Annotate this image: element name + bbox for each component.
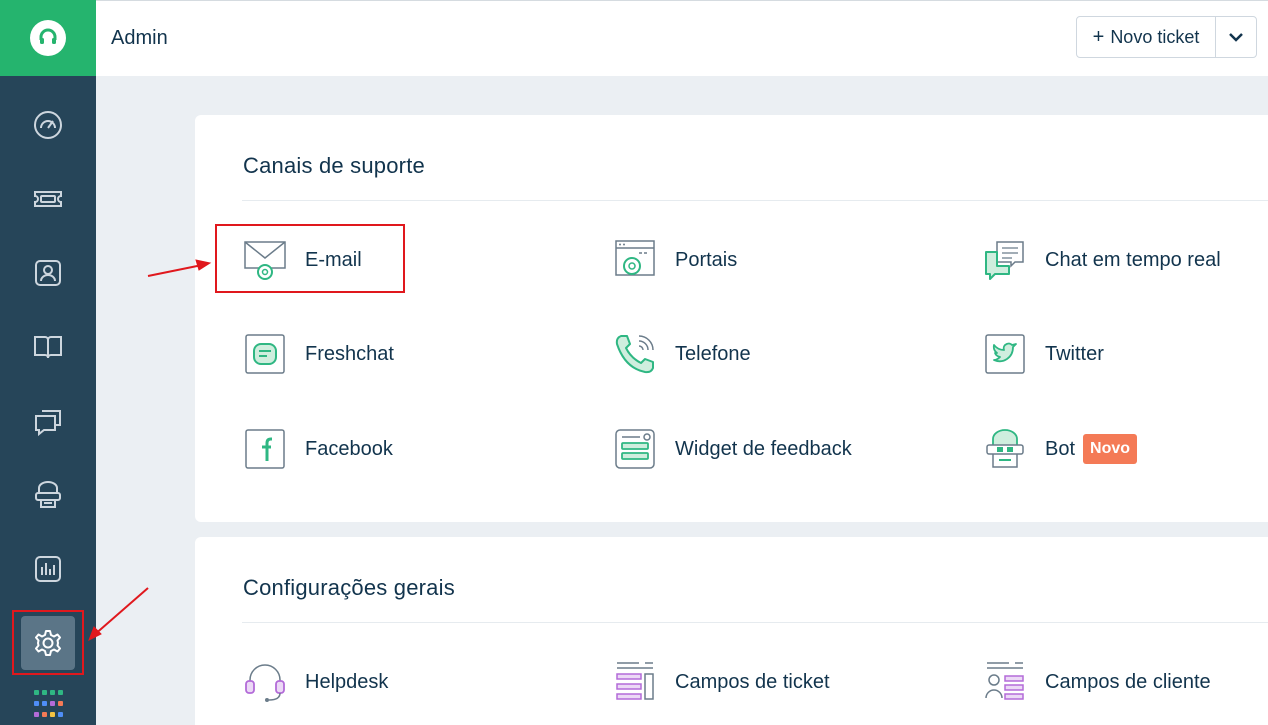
channel-label: Widget de feedback [675,437,852,460]
channel-bot[interactable]: Bot Novo [983,427,1138,471]
setting-customer-fields[interactable]: Campos de cliente [983,660,1211,704]
channel-label: Bot [1045,437,1076,460]
feedback-widget-icon [613,427,657,471]
headset-icon [30,20,66,56]
setting-label: Helpdesk [305,670,389,693]
freshchat-icon [243,332,287,376]
setting-label: Campos de cliente [1045,670,1211,693]
new-ticket-split-button: + Novo ticket [1076,16,1257,58]
channel-feedback-widget[interactable]: Widget de feedback [613,427,852,471]
headset-icon [243,660,287,704]
email-highlight-box [215,224,405,293]
channel-label: Facebook [305,437,393,460]
divider [242,622,1268,623]
bot-icon [983,427,1027,471]
nav-bots[interactable] [22,469,74,521]
app-logo[interactable] [0,0,96,76]
chat-bubbles-icon [35,410,61,437]
phone-icon [613,332,657,376]
nav-contacts[interactable] [22,247,74,299]
page-title: Admin [111,27,168,49]
section-title: Canais de suporte [243,153,425,178]
channel-label: Chat em tempo real [1045,248,1221,271]
divider [242,200,1268,201]
setting-ticket-fields[interactable]: Campos de ticket [613,660,830,704]
nav-tickets[interactable] [22,173,74,225]
nav-reports[interactable] [22,543,74,595]
channel-label: Portais [675,248,738,271]
nav-solutions[interactable] [22,321,74,373]
plus-icon: + [1092,25,1105,48]
support-channels-card: Canais de suporte E-mail Portais Chat em… [195,115,1268,522]
facebook-icon [243,427,287,471]
admin-highlight-box [12,610,84,675]
nav-dashboard[interactable] [22,99,74,151]
chat-icon [983,238,1027,282]
channel-portals[interactable]: Portais [613,238,737,282]
new-ticket-button[interactable]: + Novo ticket [1077,17,1216,57]
channel-label: Freshchat [305,342,394,365]
channel-phone[interactable]: Telefone [613,332,751,376]
bot-icon [35,481,61,508]
nav-forums[interactable] [22,395,74,447]
new-ticket-dropdown[interactable] [1216,17,1256,57]
channel-live-chat[interactable]: Chat em tempo real [983,238,1221,282]
portal-icon [613,238,657,282]
channel-label: Telefone [675,342,751,365]
new-badge: Novo [1083,434,1138,464]
channel-label: Twitter [1045,342,1104,365]
ticket-fields-icon [613,660,657,704]
customer-fields-icon [983,660,1027,704]
channel-freshchat[interactable]: Freshchat [243,332,394,376]
apps-grid-icon[interactable] [34,690,64,720]
contact-card-icon [35,260,61,286]
section-title: Configurações gerais [243,575,455,600]
channel-twitter[interactable]: Twitter [983,332,1104,376]
general-settings-card: Configurações gerais Helpdesk Campos de … [195,537,1268,725]
arrow-to-admin [92,587,149,637]
channel-facebook[interactable]: Facebook [243,427,393,471]
ticket-icon [34,191,62,207]
speedometer-icon [34,111,62,139]
chevron-down-icon [1229,33,1243,42]
setting-label: Campos de ticket [675,670,830,693]
new-ticket-label: Novo ticket [1110,26,1200,47]
twitter-icon [983,332,1027,376]
top-bar: Admin + Novo ticket [96,0,1268,76]
bar-chart-icon [35,556,61,582]
setting-helpdesk[interactable]: Helpdesk [243,660,388,704]
book-icon [34,336,62,359]
